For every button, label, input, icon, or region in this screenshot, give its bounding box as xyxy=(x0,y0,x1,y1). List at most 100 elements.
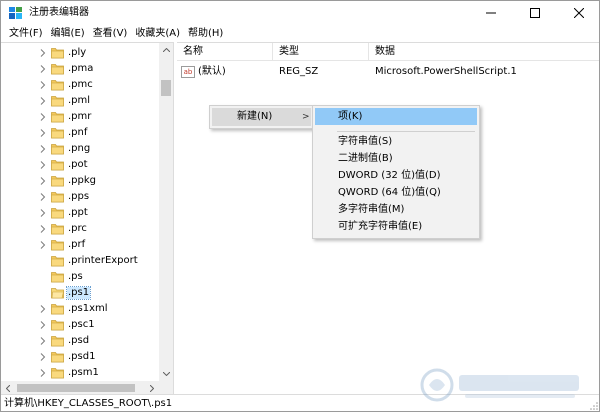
column-type-header[interactable]: 类型 xyxy=(273,43,369,61)
tree-item[interactable]: .pot xyxy=(1,157,159,173)
folder-icon xyxy=(51,320,64,331)
tree-vertical-scrollbar[interactable] xyxy=(159,43,173,381)
tree-item-label: .pmc xyxy=(68,79,93,90)
tree-item[interactable]: .psd1 xyxy=(1,349,159,365)
expand-chevron-icon[interactable] xyxy=(38,368,48,378)
close-icon xyxy=(574,8,584,18)
scroll-down-icon[interactable] xyxy=(159,367,173,381)
expand-chevron-icon[interactable] xyxy=(38,112,48,122)
tree-item-label: .psd1 xyxy=(68,351,96,362)
tree-item-label: .ppt xyxy=(68,207,88,218)
horizontal-scroll-thumb[interactable] xyxy=(17,384,135,392)
expand-chevron-icon[interactable] xyxy=(38,48,48,58)
submenu-item-label: QWORD (64 位)值(Q) xyxy=(338,187,441,198)
tree-item-label: .pml xyxy=(68,95,91,106)
title-bar: 注册表编辑器 xyxy=(1,1,599,25)
tree-item[interactable]: .ppt xyxy=(1,205,159,221)
folder-icon xyxy=(51,176,64,187)
expand-chevron-icon[interactable] xyxy=(38,64,48,74)
value-data: Microsoft.PowerShellScript.1 xyxy=(375,66,517,77)
submenu-item-label: 字符串值(S) xyxy=(338,136,393,147)
minimize-icon xyxy=(486,12,496,14)
tree-item[interactable]: .png xyxy=(1,141,159,157)
submenu-item-label: 项(K) xyxy=(338,111,363,122)
tree-item[interactable]: .pnf xyxy=(1,125,159,141)
submenu-item[interactable]: QWORD (64 位)值(Q) xyxy=(315,184,477,201)
tree-item[interactable]: .pmr xyxy=(1,109,159,125)
submenu-item-label: 可扩充字符串值(E) xyxy=(338,221,423,232)
folder-icon xyxy=(51,368,64,379)
expand-chevron-icon[interactable] xyxy=(38,224,48,234)
tree-item-label: .ps xyxy=(68,271,83,282)
new-submenu: 项(K) 字符串值(S) 二进制值(B) DWORD (32 位)值(D) QWORD … xyxy=(312,105,480,239)
expand-chevron-icon[interactable] xyxy=(38,352,48,362)
expand-chevron-icon[interactable] xyxy=(38,80,48,90)
column-name-header[interactable]: 名称 xyxy=(177,43,273,61)
tree-item[interactable]: .pps xyxy=(1,189,159,205)
folder-icon xyxy=(51,112,64,123)
vertical-scroll-thumb[interactable] xyxy=(161,80,171,96)
folder-icon xyxy=(51,272,64,283)
tree-item[interactable]: .ps1 xyxy=(1,285,159,301)
tree-item[interactable]: .pma xyxy=(1,61,159,77)
column-headers: 名称 类型 数据 xyxy=(177,43,599,61)
column-data-header[interactable]: 数据 xyxy=(369,43,599,61)
tree-horizontal-scrollbar[interactable] xyxy=(1,381,173,394)
menu-item-new[interactable]: 新建(N) > xyxy=(212,108,311,126)
submenu-arrow-icon: > xyxy=(302,112,310,122)
menu-help[interactable]: 帮助(H) xyxy=(184,25,227,42)
close-button[interactable] xyxy=(557,1,599,25)
menu-separator xyxy=(337,131,475,132)
menu-favorites[interactable]: 收藏夹(A) xyxy=(131,25,184,42)
expand-chevron-icon[interactable] xyxy=(38,176,48,186)
submenu-item-label: 多字符串值(M) xyxy=(338,204,405,215)
tree-item[interactable]: .ps1xml xyxy=(1,301,159,317)
maximize-button[interactable] xyxy=(513,1,557,25)
tree-item[interactable]: .ppkg xyxy=(1,173,159,189)
menu-edit[interactable]: 编辑(E) xyxy=(47,25,89,42)
scroll-right-icon[interactable] xyxy=(145,381,159,394)
menu-file[interactable]: 文件(F) xyxy=(5,25,47,42)
submenu-item[interactable]: 多字符串值(M) xyxy=(315,201,477,218)
submenu-item[interactable]: 可扩充字符串值(E) xyxy=(315,218,477,235)
menu-view[interactable]: 查看(V) xyxy=(89,25,132,42)
expand-chevron-icon[interactable] xyxy=(38,336,48,346)
value-row[interactable]: ab (默认) REG_SZ Microsoft.PowerShellScrip… xyxy=(177,63,599,81)
tree-item[interactable]: .printerExport xyxy=(1,253,159,269)
expand-chevron-icon[interactable] xyxy=(38,96,48,106)
folder-icon xyxy=(51,192,64,203)
expand-chevron-icon[interactable] xyxy=(38,144,48,154)
expand-chevron-icon[interactable] xyxy=(38,192,48,202)
submenu-item[interactable]: 字符串值(S) xyxy=(315,133,477,150)
tree-item-label: .pma xyxy=(68,63,94,74)
tree-item[interactable]: .pmc xyxy=(1,77,159,93)
tree-item[interactable]: .ps xyxy=(1,269,159,285)
expand-chevron-icon[interactable] xyxy=(38,240,48,250)
submenu-item[interactable]: 项(K) xyxy=(315,108,477,125)
tree-item[interactable]: .prc xyxy=(1,221,159,237)
menu-bar: 文件(F) 编辑(E) 查看(V) 收藏夹(A) 帮助(H) xyxy=(1,25,599,42)
submenu-item-label: DWORD (32 位)值(D) xyxy=(338,170,441,181)
menu-item-new-label: 新建(N) xyxy=(237,111,273,122)
tree-item[interactable]: .psm1 xyxy=(1,365,159,381)
expand-chevron-icon[interactable] xyxy=(38,128,48,138)
expand-chevron-icon[interactable] xyxy=(38,320,48,330)
expand-chevron-icon[interactable] xyxy=(38,208,48,218)
scroll-left-icon[interactable] xyxy=(1,381,15,394)
tree-item[interactable]: .psd xyxy=(1,333,159,349)
minimize-button[interactable] xyxy=(469,1,513,25)
expand-chevron-icon[interactable] xyxy=(38,304,48,314)
folder-icon xyxy=(51,256,64,267)
expand-chevron-icon[interactable] xyxy=(38,160,48,170)
tree-item[interactable]: .pml xyxy=(1,93,159,109)
tree-item[interactable]: .ply xyxy=(1,45,159,61)
scroll-up-icon[interactable] xyxy=(159,43,173,57)
tree-item-label: .pot xyxy=(68,159,88,170)
value-type: REG_SZ xyxy=(279,66,319,77)
tree-item[interactable]: .prf xyxy=(1,237,159,253)
tree-item-label: .pnf xyxy=(68,127,88,138)
submenu-item[interactable]: 二进制值(B) xyxy=(315,150,477,167)
tree-item[interactable]: .psc1 xyxy=(1,317,159,333)
folder-icon xyxy=(51,352,64,363)
submenu-item[interactable]: DWORD (32 位)值(D) xyxy=(315,167,477,184)
